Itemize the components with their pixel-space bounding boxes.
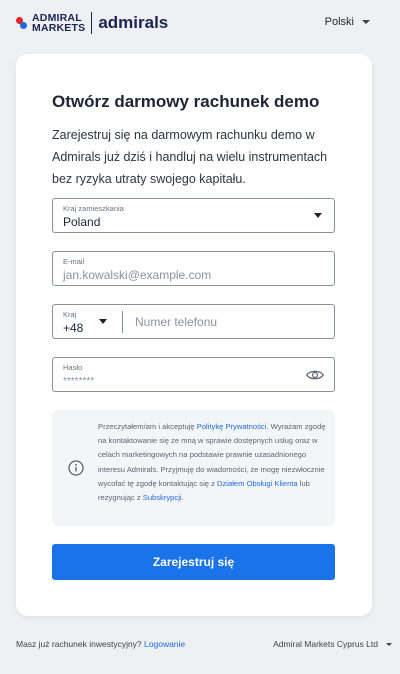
entity-label: Admiral Markets Cyprus Ltd xyxy=(273,639,378,649)
logo-text-admirals: admirals xyxy=(98,13,169,32)
logo-text-admiral-markets: ADMIRAL MARKETS xyxy=(32,12,86,34)
page-title: Otwórz darmowy rachunek demo xyxy=(52,92,320,111)
form-description: Zarejestruj się na darmowym rachunku dem… xyxy=(52,128,328,186)
email-label: E-mail xyxy=(63,257,85,266)
password-placeholder: ******** xyxy=(63,376,95,387)
language-selector[interactable]: Polski xyxy=(325,16,370,28)
signup-card: Otwórz darmowy rachunek demo Zarejestruj… xyxy=(16,54,372,616)
admirals-logo[interactable]: ADMIRAL MARKETS admirals xyxy=(16,12,168,34)
register-button[interactable]: Zarejestruj się xyxy=(52,544,335,580)
login-link[interactable]: Logowanie xyxy=(144,639,185,649)
consent-text: Przeczytałem/am i akceptuję Politykę Pry… xyxy=(98,422,326,503)
footer-question: Masz już rachunek inwestycyjny? xyxy=(16,639,145,649)
customer-support-link[interactable]: Działem Obsługi Klienta xyxy=(217,479,298,488)
subscriptions-link[interactable]: Subskrypcji xyxy=(143,493,182,502)
chevron-down-icon xyxy=(314,213,322,218)
country-value: Poland xyxy=(63,215,101,229)
phone-divider xyxy=(122,311,123,333)
chevron-down-icon xyxy=(386,642,392,646)
info-icon xyxy=(68,460,84,476)
chevron-down-icon xyxy=(362,20,370,24)
consent-box: Przeczytałem/am i akceptuję Politykę Pry… xyxy=(52,410,335,526)
password-field[interactable]: Hasło ******** xyxy=(52,357,335,392)
admiral-markets-logo-icon xyxy=(16,17,28,29)
show-password-eye-icon[interactable] xyxy=(306,368,324,382)
entity-selector[interactable]: Admiral Markets Cyprus Ltd xyxy=(273,639,392,649)
password-label: Hasło xyxy=(63,363,83,372)
country-select[interactable]: Kraj zamieszkania Poland xyxy=(52,198,335,233)
header: ADMIRAL MARKETS admirals Polski xyxy=(0,0,400,46)
language-label: Polski xyxy=(324,16,354,28)
phone-code-value: +48 xyxy=(63,321,84,335)
email-placeholder: jan.kowalski@example.com xyxy=(63,268,212,282)
phone-code-label: Kraj xyxy=(63,310,77,319)
privacy-policy-link[interactable]: Politykę Prywatności xyxy=(197,422,267,431)
phone-field: Kraj +48 Numer telefonu xyxy=(52,304,335,339)
logo-divider xyxy=(91,12,93,34)
chevron-down-icon xyxy=(99,319,107,324)
phone-number-input[interactable]: Numer telefonu xyxy=(135,315,217,329)
country-label: Kraj zamieszkania xyxy=(63,204,124,213)
email-field[interactable]: E-mail jan.kowalski@example.com xyxy=(52,251,335,286)
phone-country-code-select[interactable]: Kraj +48 xyxy=(53,305,123,340)
